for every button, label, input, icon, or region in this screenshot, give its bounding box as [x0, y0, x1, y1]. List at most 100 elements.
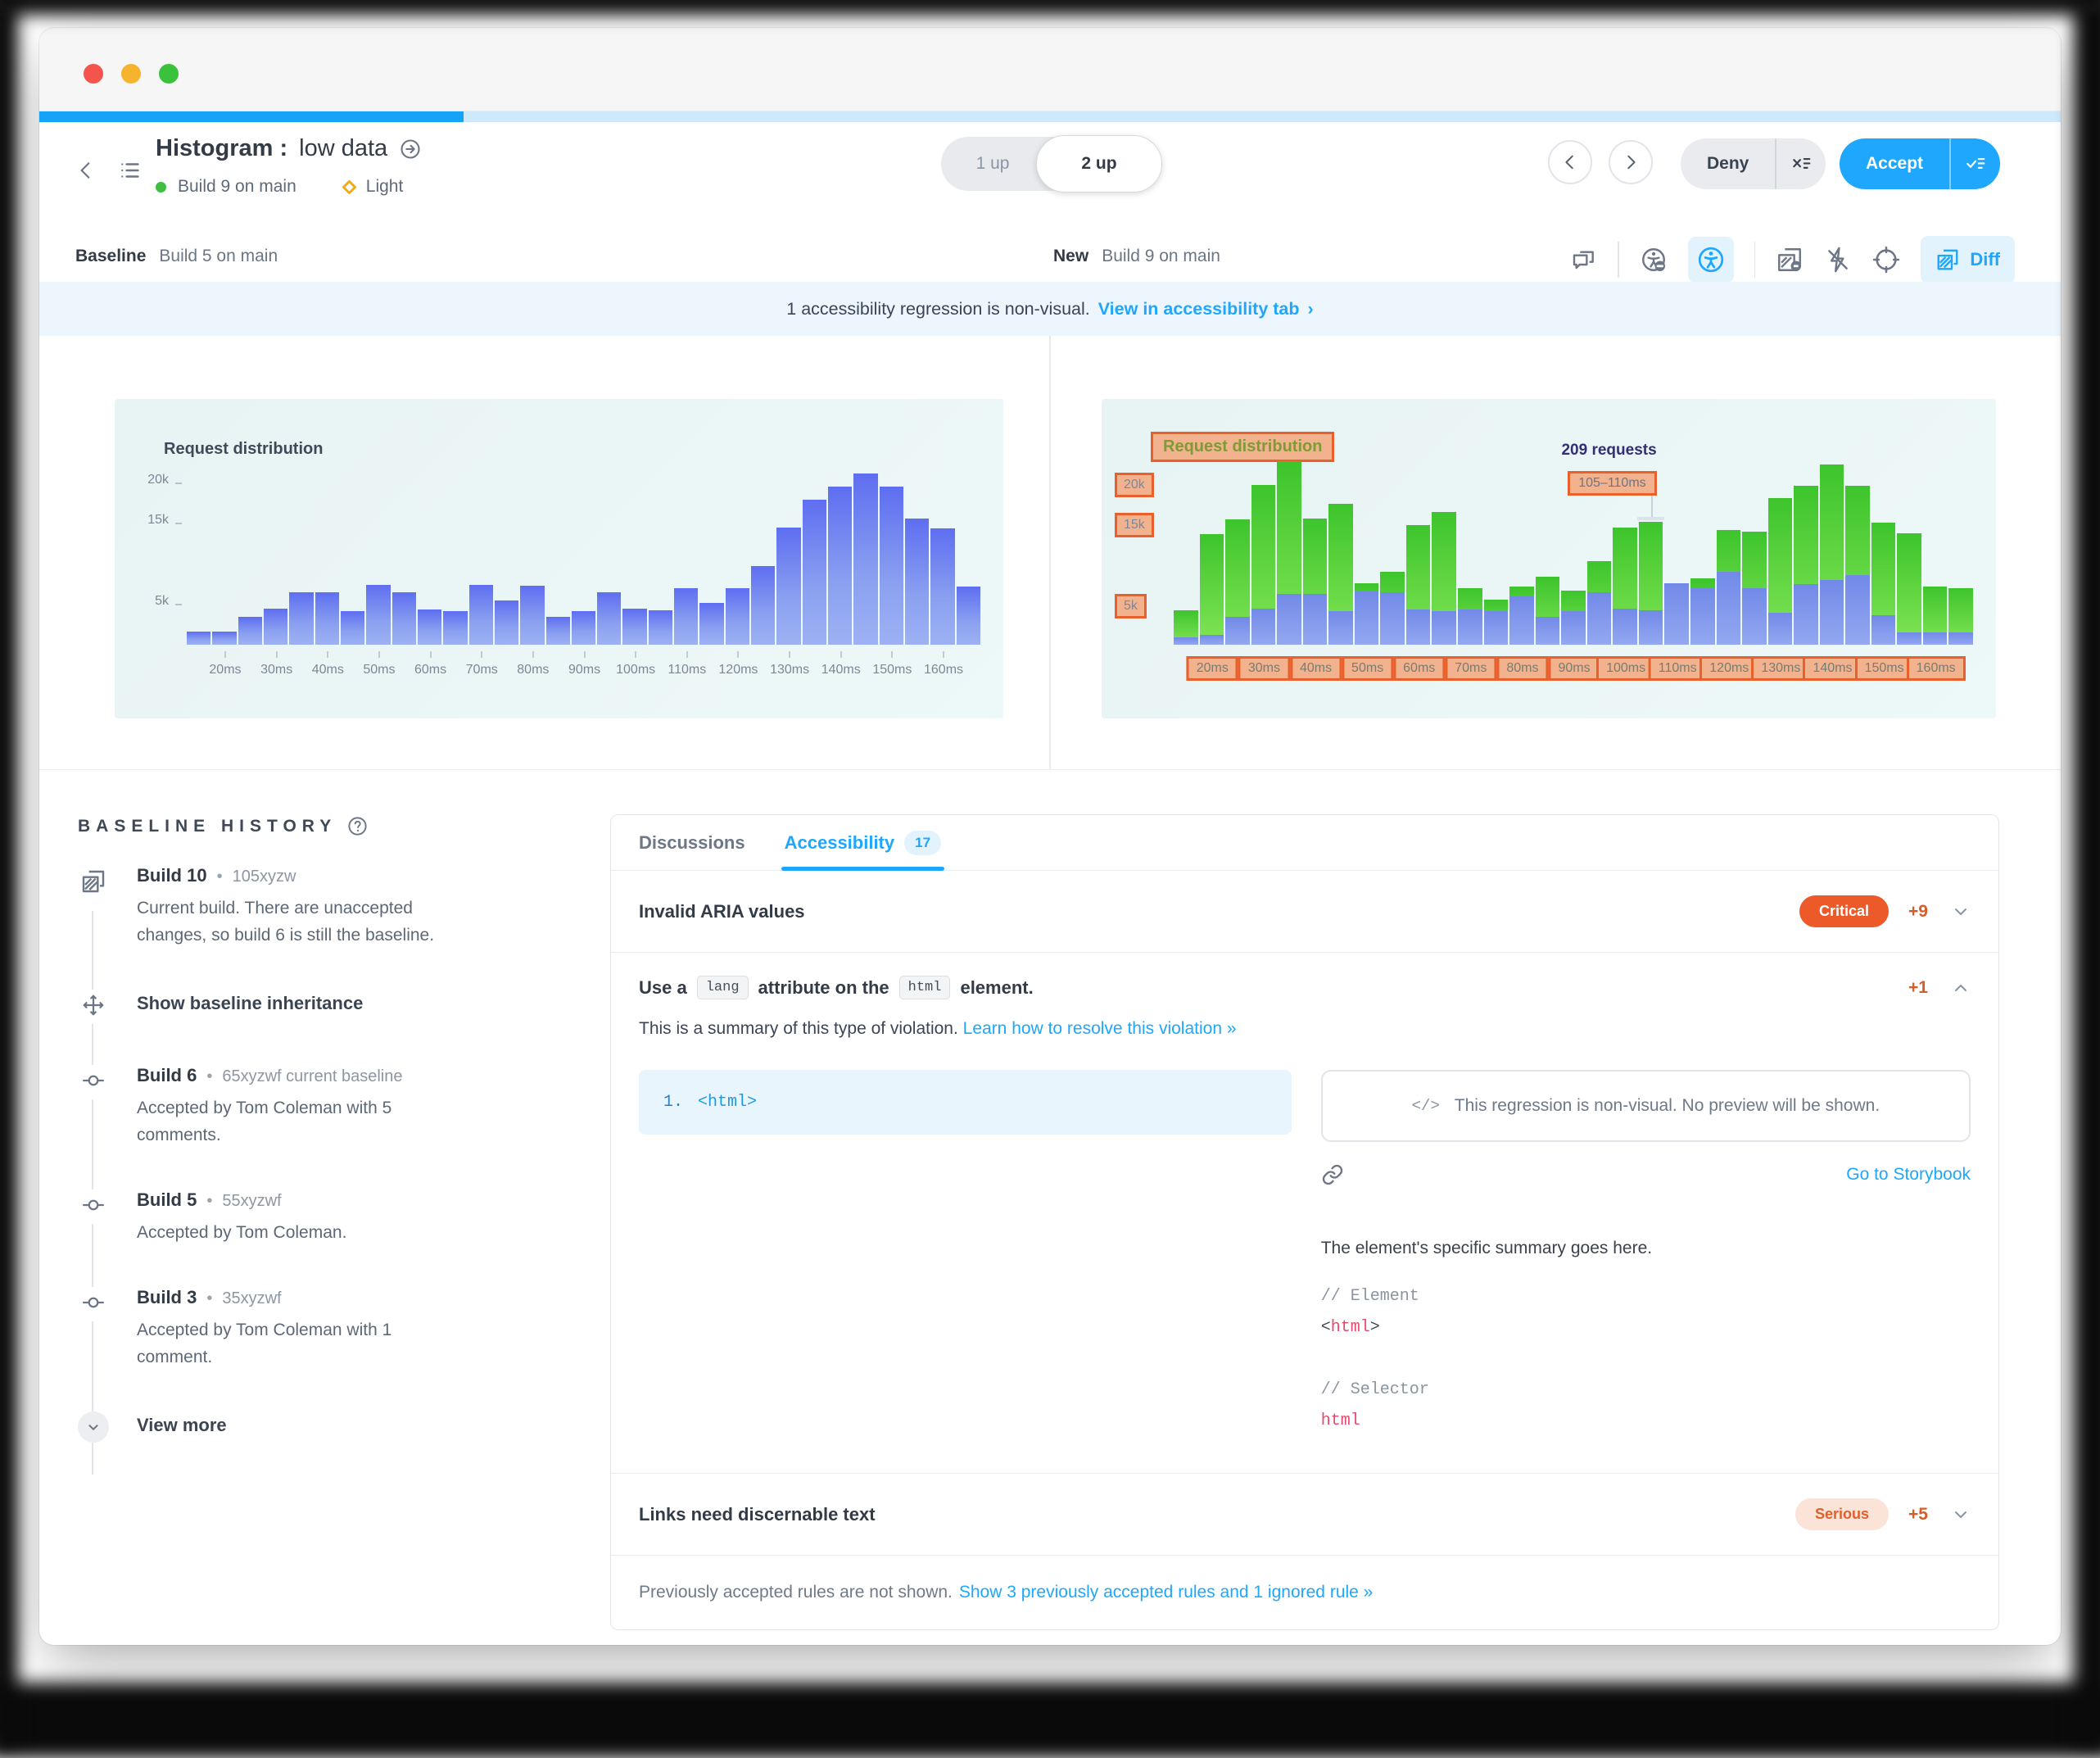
help-icon[interactable] — [346, 815, 369, 837]
histogram-bar — [930, 528, 954, 645]
one-up-option[interactable]: 1 up — [941, 137, 1044, 191]
show-baseline-inheritance[interactable]: Show baseline inheritance — [137, 990, 363, 1024]
deny-label[interactable]: Deny — [1681, 138, 1775, 189]
build-name[interactable]: Build 5 — [137, 1189, 197, 1211]
overlap-bar — [1690, 588, 1715, 645]
accessibility-panel: Discussions Accessibility 17 Invalid ARI… — [610, 814, 1999, 1630]
chevron-down-icon[interactable] — [1951, 1505, 1971, 1525]
accessibility-on-toggle[interactable] — [1688, 237, 1734, 283]
rule-title: Links need discernable text — [639, 1504, 876, 1525]
previous-change-button[interactable] — [1548, 140, 1592, 184]
overlap-bar — [1587, 592, 1612, 645]
go-to-storybook-link[interactable]: Go to Storybook — [1846, 1165, 1971, 1185]
banner-link-chevron[interactable]: › — [1308, 299, 1314, 319]
code-chip-lang: lang — [697, 976, 749, 999]
code-comment: // Element — [1321, 1281, 1971, 1312]
histogram-bar — [597, 592, 621, 645]
noise-border-top — [0, 0, 2100, 15]
overlap-bar — [1251, 609, 1276, 645]
commit-node-icon — [78, 1287, 109, 1321]
history-item-view-more[interactable]: View more — [78, 1411, 569, 1443]
accept-label[interactable]: Accept — [1840, 138, 1949, 189]
tab-accessibility[interactable]: Accessibility 17 — [785, 815, 941, 870]
rule-links-discernable[interactable]: Links need discernable text Serious +5 — [611, 1474, 1998, 1556]
animations-off-icon[interactable] — [1824, 246, 1852, 274]
overlap-bar — [1509, 596, 1534, 645]
rule-title-part: element. — [960, 977, 1033, 999]
chevron-down-circle-icon[interactable] — [78, 1411, 109, 1443]
rule-lang-attribute: Use a lang attribute on the html element… — [611, 953, 1998, 1474]
accessibility-count-badge: 17 — [904, 831, 941, 855]
next-change-button[interactable] — [1609, 140, 1653, 184]
show-accepted-rules-link[interactable]: Show 3 previously accepted rules and 1 i… — [959, 1583, 1373, 1602]
x-axis-label: 60ms — [1393, 656, 1445, 681]
x-axis-label: 120ms — [1699, 656, 1758, 681]
inheritance-icon — [78, 990, 109, 1024]
commit-node-icon — [78, 1189, 109, 1224]
story-list-icon[interactable] — [118, 158, 143, 183]
banner-link[interactable]: View in accessibility tab — [1098, 299, 1300, 319]
overlap-bar — [1948, 632, 1973, 645]
overlap-bar — [1536, 617, 1560, 645]
c-xtick — [481, 651, 482, 658]
view-mode-toggle[interactable]: 1 up 2 up — [941, 137, 1161, 191]
focus-icon[interactable] — [1872, 246, 1900, 274]
histogram-bar — [238, 617, 262, 645]
build-hash: 105xyzw — [233, 868, 296, 886]
pane-divider — [1049, 336, 1051, 769]
batch-deny-icon[interactable] — [1776, 138, 1826, 189]
chevron-down-icon[interactable] — [1951, 902, 1971, 922]
maximize-window-button[interactable] — [159, 64, 179, 84]
resolve-violation-link[interactable]: Learn how to resolve this violation » — [963, 1019, 1237, 1038]
x-axis-label: 80ms — [1496, 656, 1548, 681]
overlap-bar — [1923, 632, 1948, 645]
tab-discussions[interactable]: Discussions — [639, 815, 745, 870]
build-hash: 55xyzwf — [222, 1192, 281, 1211]
accessibility-off-icon[interactable] — [1640, 246, 1668, 274]
c-xtick — [891, 651, 893, 658]
go-to-component-icon[interactable] — [399, 138, 422, 161]
x-axis-label: 100ms — [1596, 656, 1655, 681]
story-header: Histogram : low data Build 9 on main Lig… — [39, 122, 2061, 237]
diff-toggle-active[interactable]: Diff — [1921, 236, 2015, 283]
minimize-window-button[interactable] — [121, 64, 141, 84]
preview-note: This regression is non-visual. No previe… — [1455, 1096, 1880, 1116]
c-ytick — [175, 523, 182, 524]
build-name[interactable]: Build 10 — [137, 865, 207, 886]
link-icon[interactable] — [1321, 1163, 1344, 1186]
new-build: Build 9 on main — [1102, 247, 1220, 266]
batch-accept-icon[interactable] — [1951, 138, 2000, 189]
histogram-bar — [187, 632, 210, 645]
accessibility-banner: 1 accessibility regression is non-visual… — [39, 282, 2061, 336]
histogram-bar — [546, 617, 570, 645]
two-up-option-selected[interactable]: 2 up — [1036, 135, 1162, 193]
panel-footer: Previously accepted rules are not shown.… — [611, 1556, 1998, 1629]
diff-label[interactable]: Diff — [1970, 249, 2000, 270]
overlap-bar — [1717, 572, 1741, 645]
build-name[interactable]: Build 3 — [137, 1287, 197, 1308]
histogram-bar — [443, 611, 467, 645]
chevron-up-icon[interactable] — [1951, 978, 1971, 998]
back-chevron-icon[interactable] — [75, 160, 97, 181]
comments-icon[interactable] — [1571, 247, 1597, 273]
y-axis-label: 15k — [1115, 513, 1154, 537]
history-item-build-6: Build 6 • 65xyzwf current baseline Accep… — [78, 1065, 569, 1149]
histogram-bar — [418, 609, 441, 645]
history-item-inheritance[interactable]: Show baseline inheritance — [78, 990, 569, 1024]
histogram-bar — [726, 588, 749, 645]
snapshot-diff-off-icon[interactable] — [1776, 246, 1804, 274]
rule-count: +5 — [1908, 1505, 1928, 1525]
noise-border-left — [0, 0, 18, 1743]
rule-count: +1 — [1908, 978, 1928, 998]
c-xtick — [840, 651, 842, 658]
new-label: New — [1053, 247, 1088, 266]
accept-button[interactable]: Accept — [1840, 138, 2000, 189]
view-more[interactable]: View more — [137, 1411, 227, 1443]
rule-title: Invalid ARIA values — [639, 901, 805, 922]
rule-invalid-aria[interactable]: Invalid ARIA values Critical +9 — [611, 871, 1998, 953]
y-axis-label: 20k — [123, 473, 169, 487]
close-window-button[interactable] — [84, 64, 103, 84]
deny-button[interactable]: Deny — [1681, 138, 1826, 189]
build-name[interactable]: Build 6 — [137, 1065, 197, 1086]
histogram-bar — [853, 473, 877, 645]
